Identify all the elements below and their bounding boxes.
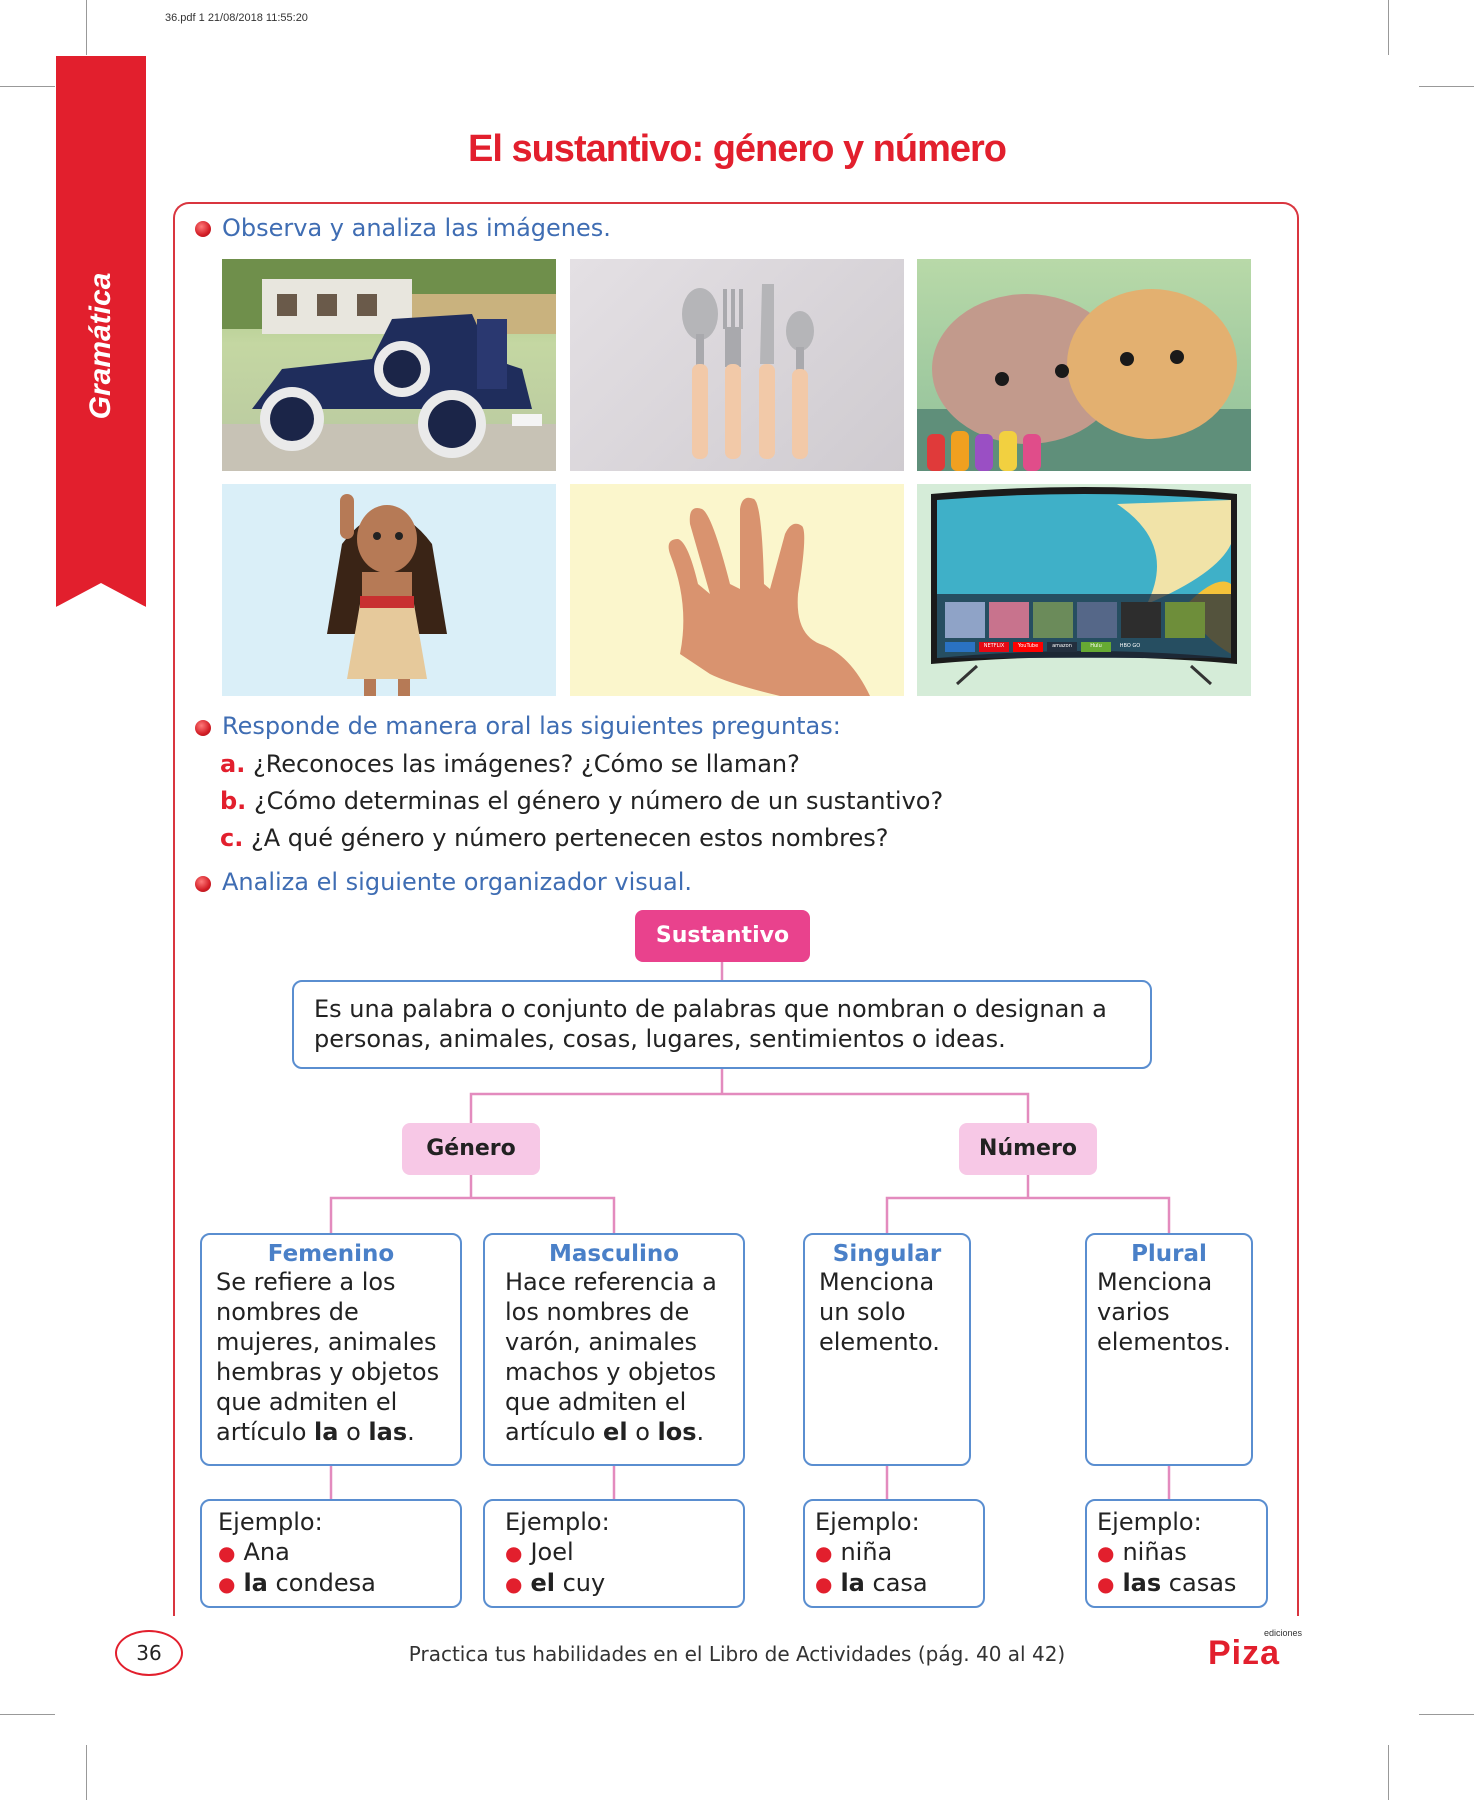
example-item: ● Joel (505, 1538, 574, 1566)
singular-box: Singular Menciona un solo elemento. (803, 1233, 971, 1466)
singular-title: Singular (832, 1241, 942, 1267)
masculino-example-box: Ejemplo: ● Joel ● el cuy (483, 1499, 745, 1608)
singular-text: Menciona un solo elemento. (819, 1268, 940, 1356)
femenino-example-box: Ejemplo: ● Ana ● la condesa (200, 1499, 462, 1608)
example-item: ● las casas (1097, 1569, 1237, 1597)
femenino-title: Femenino (267, 1241, 395, 1267)
plural-example-box: Ejemplo: ● niñas ● las casas (1085, 1499, 1268, 1608)
femenino-box: Femenino Se refiere a los nombres de muj… (200, 1233, 462, 1466)
example-item: ● la casa (815, 1569, 928, 1597)
masculino-title: Masculino (548, 1241, 680, 1267)
genero-label: Género (402, 1123, 540, 1175)
plural-title: Plural (1131, 1241, 1207, 1267)
example-item: ● la condesa (218, 1569, 376, 1597)
example-item: ● el cuy (505, 1569, 606, 1597)
organizer-root: Sustantivo (635, 910, 810, 962)
example-label: Ejemplo: (218, 1508, 323, 1536)
publisher-name: Piza (1208, 1634, 1281, 1672)
numero-label: Número (959, 1123, 1097, 1175)
definition-text: Es una palabra o conjunto de palabras qu… (314, 995, 1107, 1053)
publisher-logo: ediciones Piza (1208, 1628, 1302, 1672)
example-label: Ejemplo: (815, 1508, 920, 1536)
plural-box: Plural Menciona varios elementos. (1085, 1233, 1253, 1466)
masculino-text: Hace referencia a los nombres de varón, … (505, 1268, 717, 1446)
singular-example-box: Ejemplo: ● niña ● la casa (803, 1499, 985, 1608)
example-label: Ejemplo: (505, 1508, 610, 1536)
example-item: ● niñas (1097, 1538, 1187, 1566)
example-label: Ejemplo: (1097, 1508, 1202, 1536)
femenino-text: Se refiere a los nombres de mujeres, ani… (216, 1268, 440, 1446)
plural-text: Menciona varios elementos. (1097, 1268, 1231, 1356)
example-item: ● niña (815, 1538, 893, 1566)
masculino-box: Masculino Hace referencia a los nombres … (483, 1233, 745, 1466)
example-item: ● Ana (218, 1538, 290, 1566)
definition-box: Es una palabra o conjunto de palabras qu… (292, 980, 1152, 1069)
